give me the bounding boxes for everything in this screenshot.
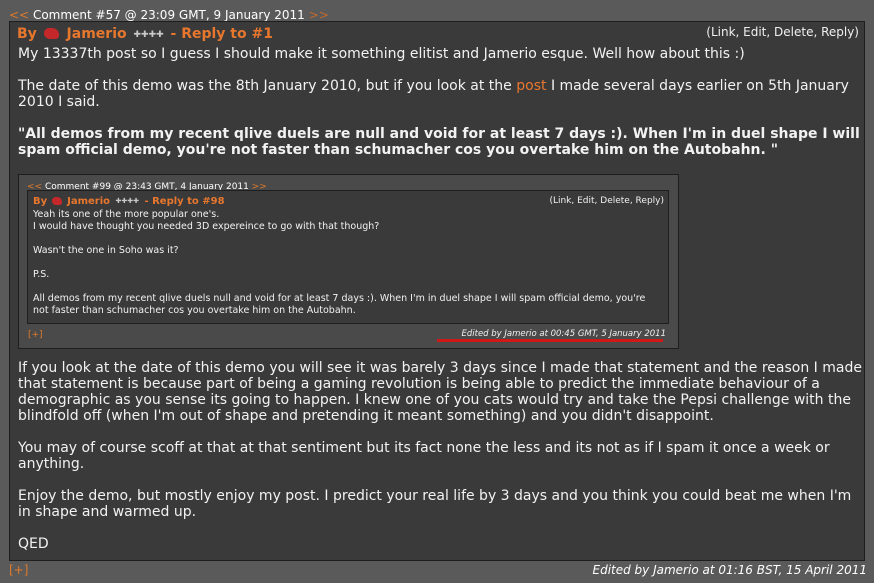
quoted-statement: "All demos from my recent qlive duels ar… xyxy=(18,126,860,158)
expand-button[interactable]: [+] xyxy=(9,563,28,577)
embedded-comment: << Comment #99 @ 23:43 GMT, 4 January 20… xyxy=(18,174,679,349)
by-label: By xyxy=(17,26,37,42)
comment-actions[interactable]: (Link, Edit, Delete, Reply) xyxy=(706,25,859,39)
reply-to-link[interactable]: - Reply to #1 xyxy=(171,26,273,42)
comment-body: My 13337th post so I guess I should make… xyxy=(18,46,863,568)
comment-nav: << Comment #57 @ 23:09 GMT, 9 January 20… xyxy=(9,8,329,22)
paragraph-6: QED xyxy=(18,536,49,552)
embedded-comment-box: By Jamerio ✚✚✚✚ - Reply to #98 (Link, Ed… xyxy=(27,190,669,324)
comment-title: Comment #57 @ 23:09 GMT, 9 January 2011 xyxy=(32,8,305,22)
embedded-line-3: Wasn't the one in Soho was it? xyxy=(33,245,179,256)
comment-header: By Jamerio ✚✚✚✚ - Reply to #1 xyxy=(17,26,273,42)
embedded-body: Yeah its one of the more popular one's. I… xyxy=(33,209,663,329)
embedded-header: By Jamerio ✚✚✚✚ - Reply to #98 xyxy=(33,193,225,210)
paragraph-1: My 13337th post so I guess I should make… xyxy=(18,46,745,62)
embedded-author-link[interactable]: Jamerio xyxy=(67,196,110,207)
embedded-line-5: All demos from my recent qlive duels nul… xyxy=(33,293,646,316)
embedded-line-4: P.S. xyxy=(33,269,50,280)
rank-stars-icon: ✚✚✚✚ xyxy=(115,197,139,205)
embedded-expand-button[interactable]: [+] xyxy=(28,327,43,343)
embedded-actions[interactable]: (Link, Edit, Delete, Reply) xyxy=(549,193,664,209)
next-comment-link[interactable]: >> xyxy=(309,8,329,22)
paragraph-2: The date of this demo was the 8th Januar… xyxy=(18,78,849,110)
paragraph-5: Enjoy the demo, but mostly enjoy my post… xyxy=(18,488,852,520)
edited-note: Edited by Jamerio at 01:16 BST, 15 April… xyxy=(592,563,868,577)
paragraph-3: If you look at the date of this demo you… xyxy=(18,360,862,424)
prev-comment-link[interactable]: << xyxy=(9,8,29,22)
rank-stars-icon: ✚✚✚✚ xyxy=(133,30,164,40)
post-link[interactable]: post xyxy=(516,78,546,94)
embedded-by-label: By xyxy=(33,196,48,207)
red-helmet-icon xyxy=(51,197,62,205)
comment-box: By Jamerio ✚✚✚✚ - Reply to #1 (Link, Edi… xyxy=(9,21,865,561)
red-helmet-icon xyxy=(43,28,59,39)
embedded-reply-to-link[interactable]: - Reply to #98 xyxy=(144,196,224,207)
author-link[interactable]: Jamerio xyxy=(67,26,127,42)
paragraph-4: You may of course scoff at that at that … xyxy=(18,440,830,472)
red-underline xyxy=(437,339,663,342)
embedded-line-1: Yeah its one of the more popular one's. I… xyxy=(33,209,380,232)
